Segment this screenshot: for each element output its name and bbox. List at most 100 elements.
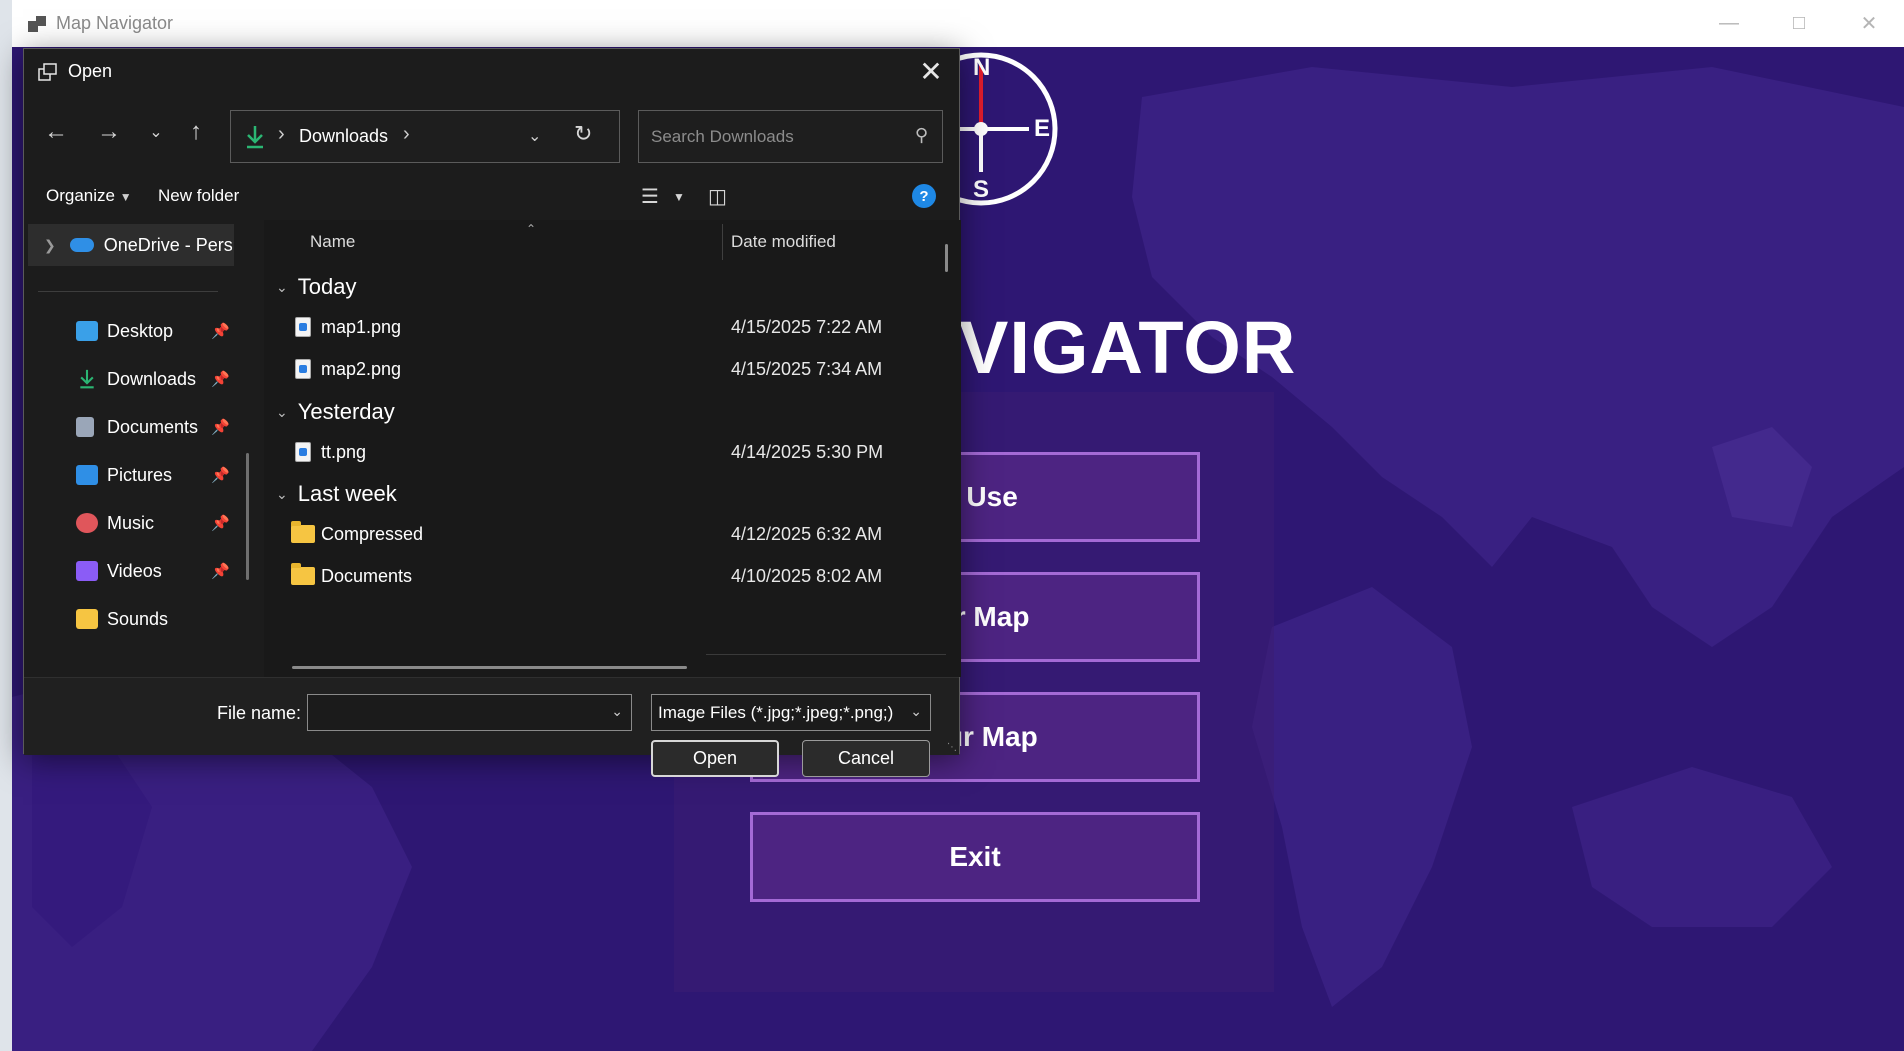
sidebar-item-documents[interactable]: Documents 📌 — [24, 407, 244, 447]
search-box[interactable]: ⚲ — [638, 110, 943, 163]
forward-arrow-icon[interactable]: → — [91, 114, 127, 150]
divider — [38, 291, 218, 292]
group-label: Yesterday — [297, 399, 395, 424]
sidebar-item-desktop[interactable]: Desktop 📌 — [24, 311, 244, 351]
horizontal-scrollbar[interactable] — [292, 666, 687, 669]
file-name-combobox[interactable]: ⌄ — [307, 694, 632, 731]
folder-icon — [291, 521, 315, 543]
folder-row[interactable]: Compressed 4/12/2025 6:32 AM — [264, 516, 904, 552]
organize-chevron-icon: ▼ — [119, 190, 132, 204]
close-icon[interactable]: ✕ — [913, 53, 949, 89]
file-row[interactable]: map2.png 4/15/2025 7:34 AM — [264, 351, 904, 387]
sidebar-item-sounds[interactable]: Sounds — [24, 599, 244, 639]
nav-scrollbar[interactable] — [246, 453, 249, 580]
address-bar[interactable]: › Downloads › ⌄ ↻ — [230, 110, 620, 163]
file-name: map2.png — [321, 359, 402, 379]
file-name: map1.png — [321, 317, 402, 337]
breadcrumb-downloads[interactable]: Downloads — [299, 126, 388, 147]
sidebar-item-music[interactable]: Music 📌 — [24, 503, 244, 543]
view-list-icon[interactable]: ☰ — [641, 184, 659, 209]
breadcrumb-separator-icon[interactable]: › — [403, 123, 410, 146]
file-row[interactable]: tt.png 4/14/2025 5:30 PM — [264, 434, 904, 470]
cancel-button[interactable]: Cancel — [802, 740, 930, 777]
maximize-icon[interactable]: □ — [1764, 0, 1834, 47]
collapse-chevron-icon[interactable]: ⌄ — [276, 486, 288, 503]
column-separator[interactable] — [722, 224, 723, 260]
documents-icon — [76, 417, 94, 437]
image-file-icon — [295, 317, 311, 337]
pictures-icon — [76, 465, 98, 485]
sidebar-item-pictures[interactable]: Pictures 📌 — [24, 455, 244, 495]
sidebar-item-label: Desktop — [107, 320, 174, 341]
collapse-chevron-icon[interactable]: ⌄ — [276, 279, 288, 296]
help-icon[interactable]: ? — [912, 184, 936, 208]
refresh-icon[interactable]: ↻ — [574, 121, 592, 147]
folder-name: Documents — [321, 566, 413, 586]
sidebar-item-downloads[interactable]: Downloads 📌 — [24, 359, 244, 399]
pin-icon[interactable]: 📌 — [211, 418, 230, 436]
exit-button[interactable]: Exit — [750, 812, 1200, 902]
app-titlebar: Map Navigator — □ ✕ — [12, 0, 1904, 47]
view-options-chevron-icon[interactable]: ▼ — [673, 190, 685, 204]
compass-east: E — [1034, 115, 1050, 142]
vertical-scrollbar[interactable] — [945, 244, 948, 272]
search-icon: ⚲ — [914, 125, 928, 145]
desktop-icon — [76, 321, 98, 341]
new-folder-button[interactable]: New folder — [158, 186, 239, 206]
pin-icon[interactable]: 📌 — [211, 466, 230, 484]
sidebar-item-label: OneDrive - Pers — [103, 234, 233, 255]
dialog-toolbar: Organize ▼ New folder ☰ ▼ ◫ ? — [24, 174, 959, 220]
videos-icon — [76, 561, 98, 581]
open-button[interactable]: Open — [651, 740, 779, 777]
compass-north: N — [973, 54, 990, 81]
image-file-icon — [295, 442, 311, 462]
collapse-chevron-icon[interactable]: ⌄ — [276, 404, 288, 421]
folder-icon — [291, 563, 315, 585]
chevron-down-icon[interactable]: ⌄ — [611, 703, 623, 720]
dialog-footer: File name: ⌄ Image Files (*.jpg;*.jpeg;*… — [24, 677, 959, 777]
minimize-icon[interactable]: — — [1694, 0, 1764, 47]
breadcrumb-separator-icon[interactable]: › — [278, 123, 285, 146]
resize-grip-icon[interactable]: ⋱ — [947, 742, 957, 753]
file-name-input[interactable] — [316, 701, 596, 725]
file-date: 4/15/2025 7:22 AM — [731, 317, 883, 337]
downloads-icon — [80, 369, 94, 389]
chevron-down-icon[interactable]: ⌄ — [910, 703, 922, 720]
file-name: tt.png — [321, 442, 367, 462]
preview-pane-icon[interactable]: ◫ — [708, 184, 727, 209]
group-header-last-week[interactable]: ⌄ Last week — [264, 476, 397, 512]
file-type-select[interactable]: Image Files (*.jpg;*.jpeg;*.png;) ⌄ — [651, 694, 931, 731]
expand-chevron-icon[interactable]: ❯ — [44, 237, 56, 254]
sidebar-item-label: Music — [107, 512, 155, 533]
pin-icon[interactable]: 📌 — [211, 562, 230, 580]
pin-icon[interactable]: 📌 — [211, 514, 230, 532]
folder-row[interactable]: Documents 4/10/2025 8:02 AM — [264, 558, 904, 594]
close-window-icon[interactable]: ✕ — [1834, 0, 1904, 47]
search-input[interactable] — [651, 123, 901, 151]
onedrive-cloud-icon — [69, 238, 94, 252]
sort-ascending-icon: ⌃ — [526, 222, 537, 236]
group-header-today[interactable]: ⌄ Today — [264, 269, 356, 305]
back-arrow-icon[interactable]: ← — [38, 114, 74, 150]
open-dialog: Open ✕ ← → ⌄ ↑ › Downloads › ⌄ ↻ ⚲ Organ… — [23, 48, 961, 777]
address-dropdown-icon[interactable]: ⌄ — [528, 126, 541, 146]
sidebar-item-label: Documents — [107, 416, 199, 437]
column-header-name[interactable]: Name — [310, 220, 355, 264]
sidebar-item-videos[interactable]: Videos 📌 — [24, 551, 244, 591]
group-header-yesterday[interactable]: ⌄ Yesterday — [264, 394, 395, 430]
organize-label: Organize — [46, 186, 115, 205]
file-row[interactable]: map1.png 4/15/2025 7:22 AM — [264, 309, 904, 345]
sidebar-item-onedrive[interactable]: ❯ OneDrive - Pers — [28, 224, 234, 266]
file-type-label: Image Files (*.jpg;*.jpeg;*.png;) — [658, 703, 894, 722]
pin-icon[interactable]: 📌 — [211, 322, 230, 340]
up-arrow-icon[interactable]: ↑ — [178, 114, 214, 150]
organize-button[interactable]: Organize ▼ — [46, 186, 132, 206]
file-date: 4/14/2025 5:30 PM — [731, 442, 884, 462]
app-heading: VIGATOR — [959, 306, 1297, 389]
recent-locations-chevron-icon[interactable]: ⌄ — [138, 114, 174, 150]
folder-name: Compressed — [321, 524, 424, 544]
compass-south: S — [973, 176, 989, 203]
pin-icon[interactable]: 📌 — [211, 370, 230, 388]
navigation-pane: ❯ OneDrive - Pers Desktop 📌 Downloads 📌 … — [24, 220, 264, 677]
column-header-date-modified[interactable]: Date modified — [731, 220, 836, 264]
